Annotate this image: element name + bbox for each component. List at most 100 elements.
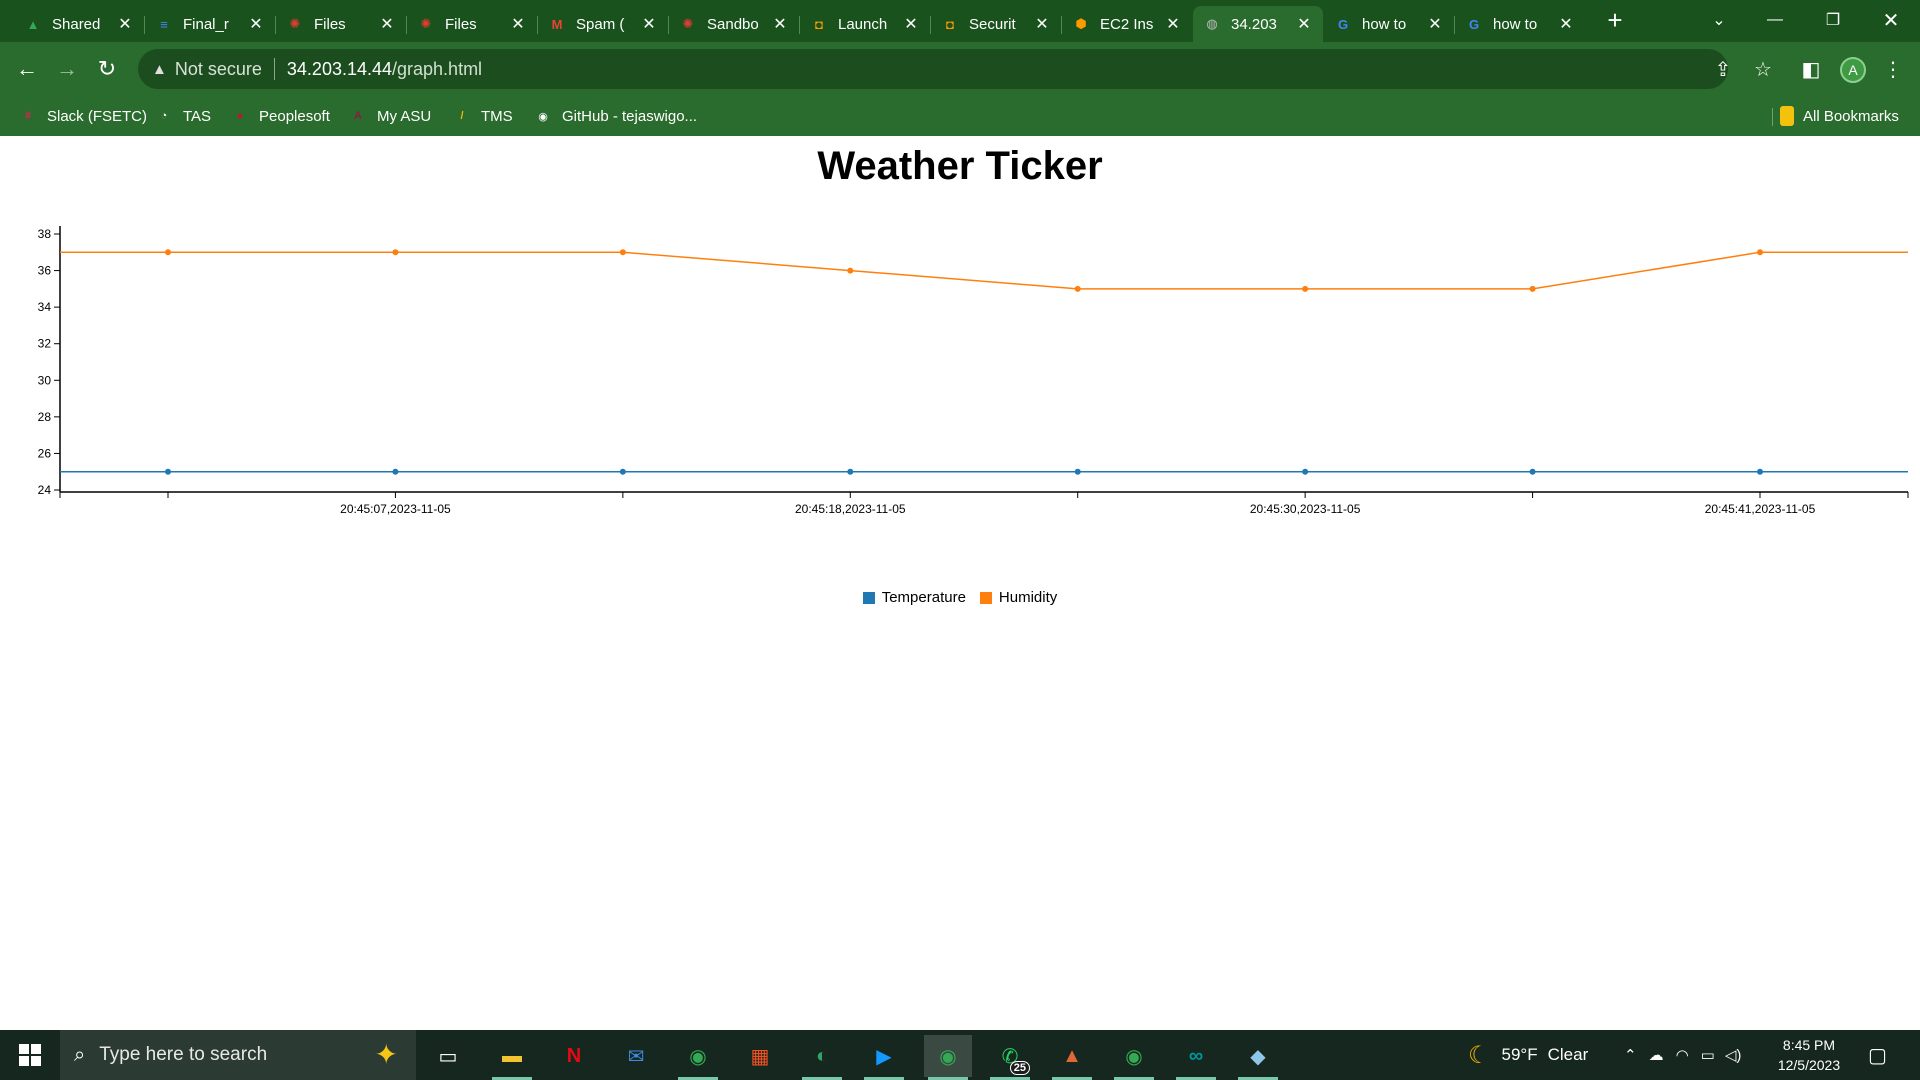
legend-item-temperature: Temperature: [862, 589, 966, 606]
profile-avatar[interactable]: A: [1840, 57, 1866, 83]
tab-label: how to: [1362, 15, 1407, 33]
notification-icon[interactable]: ▢: [1868, 1030, 1887, 1080]
whatsapp-icon[interactable]: ✆ 25: [986, 1035, 1034, 1080]
minimize-button[interactable]: —: [1746, 0, 1804, 40]
restore-button[interactable]: ❐: [1804, 0, 1862, 40]
close-tab-icon[interactable]: ✕: [247, 14, 265, 34]
security-label[interactable]: Not secure: [175, 59, 262, 80]
task-view-icon[interactable]: ▭: [424, 1035, 472, 1077]
address-bar[interactable]: ▲ Not secure 34.203.14.44/graph.html: [138, 49, 1728, 89]
side-panel-icon[interactable]: ◧: [1796, 54, 1826, 84]
back-button[interactable]: ←: [12, 54, 42, 84]
data-point-humidity: [165, 249, 171, 256]
weather-line-chart: 24 26 28 30 32 34 36 38 20:45:07,2023-11-05 20:45…: [38, 226, 1909, 516]
notes-icon[interactable]: ◆: [1234, 1035, 1282, 1080]
tab-4[interactable]: M Spam (✕: [538, 6, 668, 42]
peoplesoft-icon: ✦: [235, 110, 245, 123]
close-tab-icon[interactable]: ✕: [378, 14, 396, 34]
windows-taskbar: ⌕ Type here to search ✦ ▭ ▬ N ✉ ◉ ▦ ◐ ▶ ◉ ✆ 25 ▲ ◉ ∞ ◆…: [0, 1030, 1920, 1080]
close-tab-icon[interactable]: ✕: [1033, 14, 1051, 34]
data-point-humidity: [1757, 249, 1763, 256]
close-tab-icon[interactable]: ✕: [116, 14, 134, 34]
reload-button[interactable]: ↻: [92, 54, 122, 84]
url-path[interactable]: /graph.html: [392, 59, 482, 80]
bookmarks-separator: [1772, 108, 1773, 126]
tab-search-icon[interactable]: ⌄: [1690, 0, 1748, 40]
matlab-icon[interactable]: ▲: [1048, 1035, 1096, 1080]
tab-10[interactable]: Ghow to ✕: [1324, 6, 1454, 42]
cloud-offline-icon[interactable]: ☁: [1649, 1046, 1664, 1064]
tab-2[interactable]: ✺ Files ✕: [276, 6, 406, 42]
ec2-icon: ⬢: [1075, 16, 1087, 31]
bookmark-3[interactable]: A My ASU: [348, 104, 431, 128]
close-tab-icon[interactable]: ✕: [1295, 14, 1313, 34]
chart-legend: Temperature Humidity: [0, 589, 1920, 606]
google-icon: G: [1337, 16, 1349, 32]
tab-1[interactable]: ≡ Final_r ✕: [145, 6, 275, 42]
new-tab-button[interactable]: +: [1598, 6, 1632, 36]
wifi-icon[interactable]: ◠: [1676, 1046, 1689, 1064]
tab-8[interactable]: ⬢ EC2 Ins ✕: [1062, 6, 1192, 42]
mail-icon[interactable]: ✉: [612, 1035, 660, 1077]
close-tab-icon[interactable]: ✕: [640, 14, 658, 34]
tab-label: Launch: [838, 15, 888, 33]
bookmark-4[interactable]: / TMS: [452, 104, 512, 128]
taskbar-clock[interactable]: 8:45 PM 12/5/2023: [1764, 1035, 1854, 1075]
close-tab-icon[interactable]: ✕: [509, 14, 527, 34]
tab-9[interactable]: ◍ 34.203 ✕: [1193, 6, 1323, 42]
store-icon[interactable]: ▦: [736, 1035, 784, 1077]
bookmark-star-icon[interactable]: ☆: [1748, 54, 1778, 84]
canvas-icon: ✺: [420, 16, 432, 31]
x-tick-label: 20:45:30,2023-11-05: [1250, 502, 1361, 516]
share-icon[interactable]: ⇪: [1708, 54, 1738, 84]
bookmark-5[interactable]: ◉ GitHub - tejaswigo...: [533, 104, 697, 128]
url-host[interactable]: 34.203.14.44: [287, 59, 392, 80]
start-button[interactable]: [0, 1030, 60, 1080]
tab-3[interactable]: ✺ Files ✕: [407, 6, 537, 42]
moon-icon: ☾: [1468, 1041, 1490, 1069]
volume-icon[interactable]: ◁): [1725, 1046, 1742, 1064]
tab-7[interactable]: ◘ Securit ✕: [931, 6, 1061, 42]
file-explorer-icon[interactable]: ▬: [488, 1035, 536, 1080]
close-window-button[interactable]: ✕: [1862, 0, 1920, 40]
close-tab-icon[interactable]: ✕: [1426, 14, 1444, 34]
legend-swatch: [979, 591, 992, 604]
chrome-icon[interactable]: ◉: [924, 1035, 972, 1080]
tab-0[interactable]: ▲ Shared ✕: [14, 6, 144, 42]
battery-icon[interactable]: ▭: [1701, 1046, 1715, 1064]
tab-11[interactable]: Ghow to ✕: [1455, 6, 1585, 42]
arduino-icon[interactable]: ∞: [1172, 1035, 1220, 1080]
taskbar-search[interactable]: ⌕ Type here to search ✦: [60, 1030, 416, 1080]
all-bookmarks-button[interactable]: All Bookmarks: [1780, 104, 1899, 128]
sparkle-icon[interactable]: ✦: [375, 1038, 398, 1071]
tab-strip: ▲ Shared ✕ ≡ Final_r ✕ ✺ Files ✕ ✺ Files ✕ M Spam (✕ ✺…: [0, 0, 1920, 42]
tab-6[interactable]: ◘ Launch ✕: [800, 6, 930, 42]
bookmark-1[interactable]: ◔ TAS: [154, 104, 211, 128]
search-icon: ⌕: [74, 1043, 86, 1066]
data-point-humidity: [1529, 285, 1536, 292]
forward-button[interactable]: →: [52, 54, 82, 84]
tab-label: how to: [1493, 15, 1538, 33]
netflix-icon[interactable]: N: [550, 1035, 598, 1077]
close-tab-icon[interactable]: ✕: [1557, 14, 1575, 34]
menu-icon[interactable]: ⋮: [1878, 54, 1908, 84]
chrome-icon[interactable]: ◉: [674, 1035, 722, 1080]
weather-widget[interactable]: ☾ 59°F Clear: [1468, 1030, 1588, 1080]
y-tick-label: 38: [38, 227, 52, 241]
bookmark-2[interactable]: ✦ Peoplesoft: [230, 104, 330, 128]
data-point-humidity: [392, 249, 399, 256]
chevron-up-icon[interactable]: ⌃: [1624, 1046, 1637, 1064]
tab-label: Sandbo: [707, 15, 759, 33]
data-point-humidity: [1302, 285, 1309, 292]
warning-icon[interactable]: ▲: [152, 61, 167, 78]
close-tab-icon[interactable]: ✕: [1164, 14, 1182, 34]
close-tab-icon[interactable]: ✕: [902, 14, 920, 34]
bookmark-0[interactable]: # Slack (FSETC): [18, 104, 147, 128]
close-tab-icon[interactable]: ✕: [771, 14, 789, 34]
edge-icon[interactable]: ◐: [798, 1035, 846, 1080]
chrome-icon[interactable]: ◉: [1110, 1035, 1158, 1080]
prime-video-icon[interactable]: ▶: [860, 1035, 908, 1080]
series-line-humidity: [60, 251, 1908, 290]
data-point-humidity: [1074, 285, 1081, 292]
tab-5[interactable]: ✺ Sandbo ✕: [669, 6, 799, 42]
